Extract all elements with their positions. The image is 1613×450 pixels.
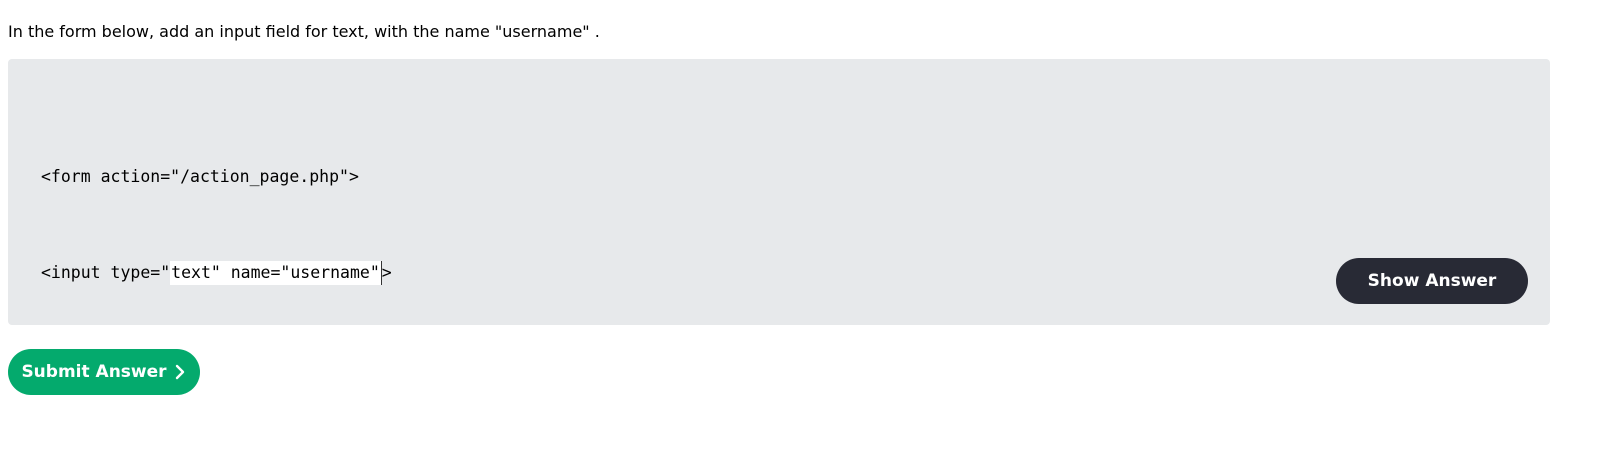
answer-input-field[interactable]: text" name="username" [170,261,382,285]
submit-answer-label: Submit Answer [21,362,167,382]
exercise-code-panel: <form action="/action_page.php"> <input … [8,59,1550,378]
code-prefix: <input type=" [41,263,171,282]
chevron-right-icon [175,364,184,380]
code-line-input: <input type="text" name="username" > [41,257,392,289]
code-editor: <form action="/action_page.php"> <input … [41,97,392,449]
code-suffix: > [381,263,392,282]
submit-answer-button[interactable]: Submit Answer [8,349,200,395]
show-answer-button[interactable]: Show Answer [1336,258,1528,304]
exercise-instruction: In the form below, add an input field fo… [8,22,600,41]
code-line-form-open: <form action="/action_page.php"> [41,167,359,186]
